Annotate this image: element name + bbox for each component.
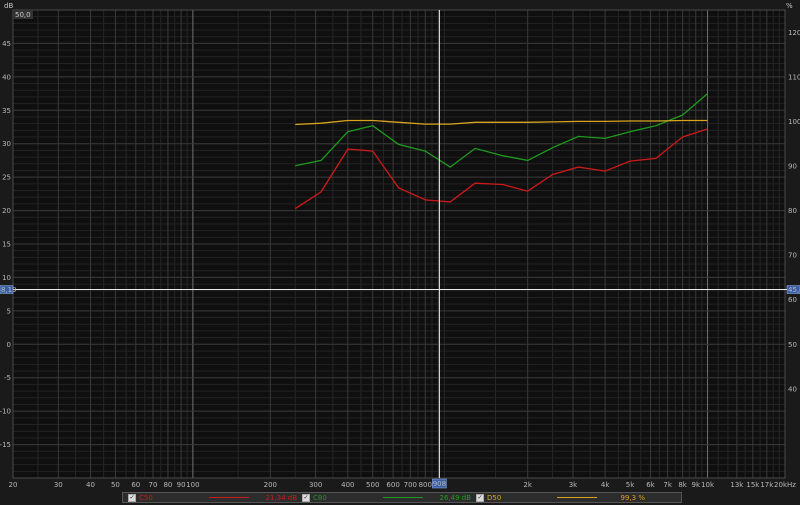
y-left-tick-label: 15 bbox=[2, 241, 11, 249]
x-tick-label: 90 bbox=[177, 481, 186, 489]
y-left-tick-label: 25 bbox=[2, 174, 11, 182]
legend-bar: ✓ C50 21,34 dB ✓ C80 26,49 dB ✓ D50 99,3… bbox=[122, 492, 682, 503]
y-left-tick-label: 35 bbox=[2, 107, 11, 115]
x-tick-label: 600 bbox=[386, 481, 399, 489]
y-left-tick-label: 20 bbox=[2, 207, 11, 215]
y-left-tick-label: 0 bbox=[7, 341, 11, 349]
x-tick-label: 70 bbox=[149, 481, 158, 489]
y-left-tick-label: 45 bbox=[2, 40, 11, 48]
legend-swatch bbox=[557, 497, 597, 498]
legend-value: 99,3 % bbox=[620, 493, 645, 502]
legend-name: C50 bbox=[139, 493, 153, 502]
legend-name: D50 bbox=[487, 493, 502, 502]
x-tick-label: 40 bbox=[86, 481, 95, 489]
x-tick-label: 5k bbox=[626, 481, 635, 489]
x-tick-label: 13k bbox=[730, 481, 744, 489]
x-tick-label: 17k bbox=[760, 481, 774, 489]
x-tick-label: 4k bbox=[601, 481, 610, 489]
x-tick-label: 20kHz bbox=[774, 481, 796, 489]
y-left-tick-label: 30 bbox=[2, 140, 11, 148]
x-tick-label: 10k bbox=[701, 481, 715, 489]
y-right-tick-label: 70 bbox=[788, 252, 797, 260]
x-tick-label: 8k bbox=[678, 481, 687, 489]
x-tick-label: 3k bbox=[569, 481, 578, 489]
y-right-tick-label: 120 bbox=[788, 29, 800, 37]
top-left-readout: 50,0 bbox=[15, 11, 31, 19]
x-tick-label: 400 bbox=[341, 481, 354, 489]
y-left-tick-label: -5 bbox=[4, 374, 11, 382]
rt60-chart[interactable]: 20 30 40 50 60 70 80 90 100 200 300 400 500 600 700 800… bbox=[0, 0, 800, 505]
x-tick-label: 2k bbox=[523, 481, 532, 489]
legend-value: 21,34 dB bbox=[265, 493, 297, 502]
x-tick-label: 800 bbox=[419, 481, 432, 489]
y-right-tick-label: 100 bbox=[788, 118, 800, 126]
y-left-tick-label: 10 bbox=[2, 274, 11, 282]
cursor-x-label: 908 bbox=[433, 480, 446, 488]
y-left-tick-label: -15 bbox=[0, 441, 11, 449]
x-tick-label: 60 bbox=[131, 481, 140, 489]
x-tick-label: 700 bbox=[404, 481, 417, 489]
x-tick-label: 6k bbox=[646, 481, 655, 489]
legend-item-c80[interactable]: ✓ C80 26,49 dB bbox=[297, 493, 471, 502]
legend-checkbox-c50[interactable]: ✓ bbox=[128, 493, 136, 502]
legend-swatch bbox=[209, 497, 249, 498]
cursor-y-left-label: 8,19 bbox=[1, 286, 17, 294]
legend-item-d50[interactable]: ✓ D50 99,3 % bbox=[471, 493, 645, 502]
y-right-unit: % bbox=[786, 2, 793, 10]
y-right-tick-label: 90 bbox=[788, 163, 797, 171]
y-right-tick-label: 60 bbox=[788, 296, 797, 304]
legend-checkbox-d50[interactable]: ✓ bbox=[476, 493, 484, 502]
legend-item-c50[interactable]: ✓ C50 21,34 dB bbox=[123, 493, 297, 502]
x-tick-label: 15k bbox=[746, 481, 760, 489]
x-tick-label: 30 bbox=[54, 481, 63, 489]
legend-value: 26,49 dB bbox=[439, 493, 471, 502]
x-tick-label: 20 bbox=[9, 481, 18, 489]
y-right-tick-label: 80 bbox=[788, 207, 797, 215]
legend-name: C80 bbox=[313, 493, 327, 502]
legend-swatch bbox=[383, 497, 423, 498]
x-tick-label: 50 bbox=[111, 481, 120, 489]
x-tick-label: 80 bbox=[163, 481, 172, 489]
y-left-unit: dB bbox=[4, 2, 13, 10]
legend-checkbox-c80[interactable]: ✓ bbox=[302, 493, 310, 502]
x-tick-label: 500 bbox=[366, 481, 379, 489]
x-tick-label: 300 bbox=[309, 481, 322, 489]
y-left-tick-label: 5 bbox=[7, 307, 11, 315]
x-tick-label: 7k bbox=[663, 481, 672, 489]
y-right-tick-label: 110 bbox=[788, 73, 800, 81]
x-tick-label: 100 bbox=[186, 481, 199, 489]
x-tick-label: 9k bbox=[692, 481, 701, 489]
y-right-tick-label: 50 bbox=[788, 341, 797, 349]
y-right-tick-label: 40 bbox=[788, 385, 797, 393]
y-left-tick-label: 40 bbox=[2, 73, 11, 81]
y-left-tick-label: -10 bbox=[0, 408, 11, 416]
cursor-y-right-label: 45,4 bbox=[788, 286, 800, 294]
x-tick-label: 200 bbox=[264, 481, 277, 489]
